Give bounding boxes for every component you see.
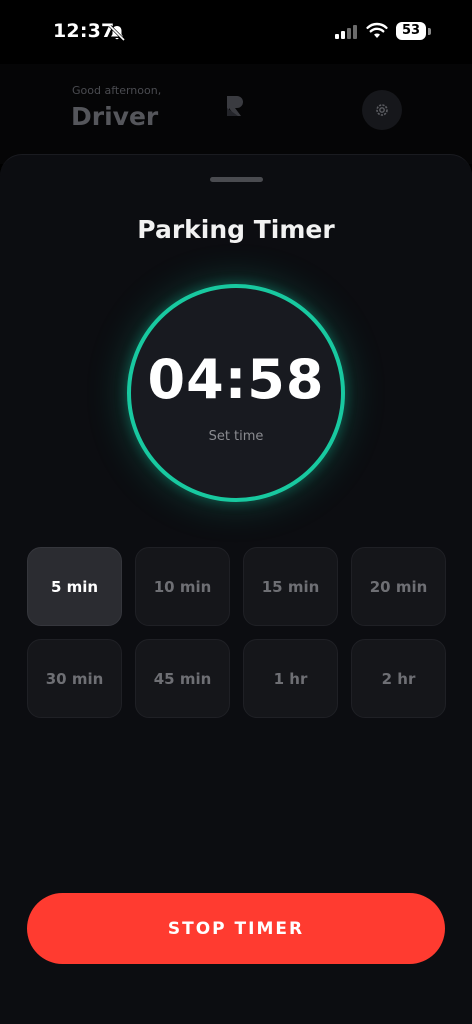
- wifi-icon: [366, 22, 388, 38]
- preset-button[interactable]: 5 min: [27, 547, 122, 626]
- parking-timer-sheet: Parking Timer 04:58 Set time 5 min 10 mi…: [0, 154, 472, 1024]
- dimmed-header: Good afternoon, Driver: [0, 64, 472, 164]
- preset-button[interactable]: 10 min: [135, 547, 230, 626]
- user-name: Driver: [71, 102, 159, 131]
- preset-button[interactable]: 1 hr: [243, 639, 338, 718]
- gear-icon: [376, 104, 388, 116]
- preset-button[interactable]: 30 min: [27, 639, 122, 718]
- status-time: 12:37: [53, 20, 115, 42]
- sheet-title: Parking Timer: [137, 215, 335, 244]
- preset-button[interactable]: 20 min: [351, 547, 446, 626]
- bell-slash-icon: [108, 24, 126, 42]
- battery-tip: [428, 28, 431, 35]
- timer-label: Set time: [208, 429, 264, 444]
- battery-icon: 53: [396, 22, 426, 40]
- preset-button[interactable]: 2 hr: [351, 639, 446, 718]
- preset-button[interactable]: 45 min: [135, 639, 230, 718]
- signal-icon: [335, 25, 357, 39]
- sheet-grabber[interactable]: [210, 177, 263, 182]
- screen: 12:37 53 Good afternoon, Driver Parking …: [0, 0, 472, 1024]
- timer-value: 04:58: [147, 348, 325, 411]
- preset-button[interactable]: 15 min: [243, 547, 338, 626]
- app-logo: [227, 96, 243, 116]
- timer-ring[interactable]: 04:58 Set time: [127, 284, 345, 502]
- settings-button[interactable]: [362, 90, 402, 130]
- preset-grid: 5 min 10 min 15 min 20 min 30 min 45 min…: [27, 547, 446, 718]
- greeting-text: Good afternoon,: [72, 84, 162, 97]
- stop-timer-button[interactable]: STOP TIMER: [27, 893, 445, 964]
- status-bar: 12:37 53: [0, 0, 472, 64]
